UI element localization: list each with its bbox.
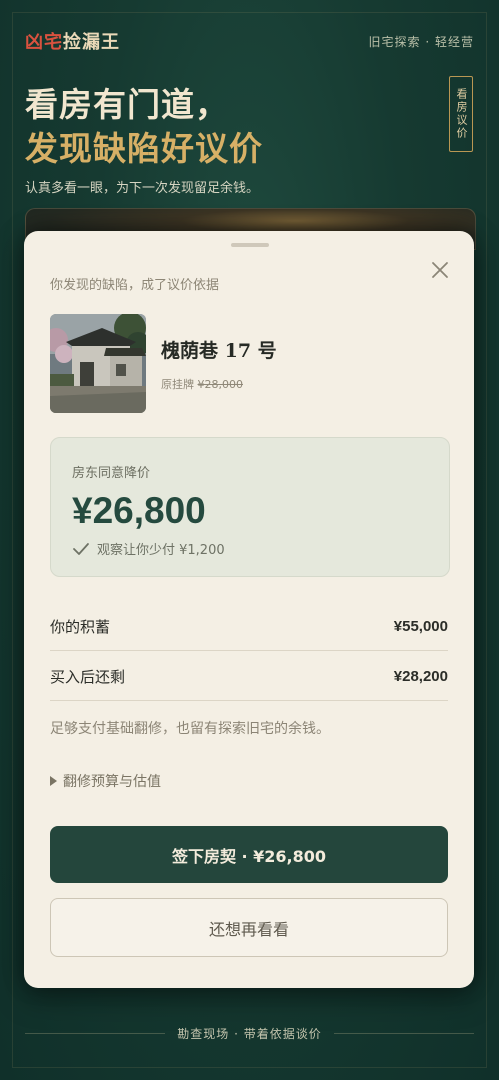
sign-deed-button[interactable]: 签下房契 · ¥26,800 bbox=[50, 826, 448, 883]
negotiated-price-box: 房东同意降价 ¥26,800 观察让你少付 ¥1,200 bbox=[50, 437, 450, 577]
original-price-label: 原挂牌 bbox=[161, 378, 194, 391]
savings-value: ¥55,000 bbox=[393, 617, 448, 635]
savings-note-text: 观察让你少付 ¥1,200 bbox=[97, 543, 225, 558]
top-nav-text: 旧宅探索 · 轻经营 bbox=[368, 34, 474, 49]
side-tag-label: 看房议价 bbox=[455, 88, 468, 140]
row-divider bbox=[50, 700, 448, 701]
keep-looking-button[interactable]: 还想再看看 bbox=[50, 898, 448, 957]
check-icon bbox=[73, 542, 89, 555]
renovation-budget-toggle[interactable]: 翻修预算与估值 bbox=[50, 771, 161, 791]
footer: 勘查现场 · 带着依据谈价 bbox=[25, 1024, 475, 1042]
original-price-line: 原挂牌 ¥28,000 bbox=[161, 376, 243, 392]
property-name: 槐荫巷 17 号 bbox=[161, 340, 277, 362]
footer-line-right bbox=[333, 1032, 475, 1034]
savings-note: 观察让你少付 ¥1,200 bbox=[72, 539, 225, 558]
brand-part-1: 凶宅 bbox=[25, 32, 63, 53]
remaining-value: ¥28,200 bbox=[393, 667, 448, 685]
renovation-budget-label: 翻修预算与估值 bbox=[63, 774, 161, 790]
top-bar: 凶宅捡漏王 旧宅探索 · 轻经营 bbox=[25, 28, 474, 54]
hero-title-line-2: 发现缺陷好议价 bbox=[25, 129, 263, 168]
negotiation-sheet: 你发现的缺陷，成了议价依据 槐荫巷 17 号 原挂牌 ¥28,000 房东同意降… bbox=[24, 231, 474, 988]
side-tag[interactable]: 看房议价 bbox=[449, 76, 473, 152]
budget-summary: 足够支付基础翻修，也留有探索旧宅的余钱。 bbox=[50, 721, 330, 737]
footer-text: 勘查现场 · 带着依据谈价 bbox=[177, 1026, 322, 1041]
remaining-label: 买入后还剩 bbox=[50, 667, 126, 686]
brand-part-2: 捡漏王 bbox=[63, 32, 120, 53]
sheet-drag-handle[interactable] bbox=[231, 243, 269, 247]
hero-subtitle: 认真多看一眼，为下一次发现留足余钱。 bbox=[25, 181, 260, 196]
remaining-row: 买入后还剩 ¥28,200 bbox=[50, 651, 448, 701]
footer-line-left bbox=[25, 1032, 166, 1034]
close-icon[interactable] bbox=[428, 258, 452, 282]
sheet-title: 你发现的缺陷，成了议价依据 bbox=[50, 278, 220, 293]
hero-title-line-1: 看房有门道， bbox=[25, 85, 229, 124]
app-logo: 凶宅捡漏王 bbox=[25, 28, 120, 54]
negotiated-price: ¥26,800 bbox=[72, 490, 206, 531]
original-price-value: ¥28,000 bbox=[197, 378, 244, 391]
property-photo bbox=[50, 314, 146, 413]
triangle-right-icon bbox=[50, 776, 57, 786]
savings-row: 你的积蓄 ¥55,000 bbox=[50, 601, 448, 651]
price-box-label: 房东同意降价 bbox=[72, 466, 151, 481]
savings-label: 你的积蓄 bbox=[50, 617, 111, 636]
